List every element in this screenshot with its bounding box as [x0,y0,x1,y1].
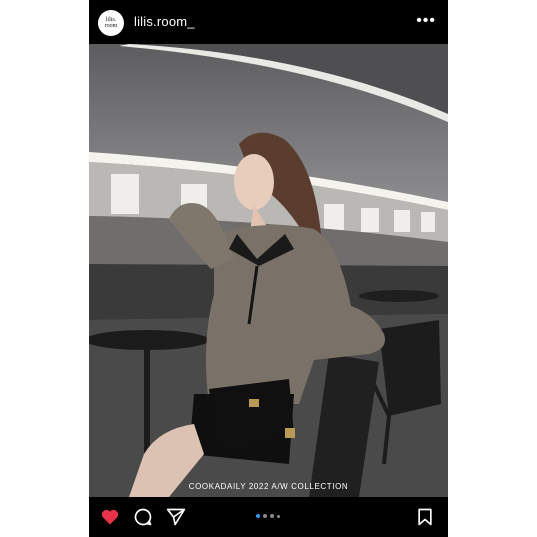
instagram-post: lilis. room lilis.room_ ••• COOKADAILY 2… [89,0,448,537]
bookmark-icon[interactable] [415,507,435,527]
table-leg [144,344,150,454]
post-header: lilis. room lilis.room_ ••• [89,0,448,44]
avatar[interactable]: lilis. room [98,10,124,36]
more-options-icon[interactable]: ••• [416,13,436,29]
photo-illustration [89,44,448,497]
heart-icon[interactable] [100,507,120,527]
carousel-dot [270,514,274,518]
post-actions-bar [89,497,448,537]
shelf-box [421,212,435,232]
comment-icon[interactable] [133,507,153,527]
carousel-dot [277,514,280,518]
bag-lock [285,428,295,438]
carousel-indicator [256,514,280,518]
post-caption-overlay: COOKADAILY 2022 A/W COLLECTION [188,482,349,491]
send-icon[interactable] [166,507,186,527]
chair [379,320,441,416]
table-top-far [359,290,439,302]
shelf-box [361,208,379,232]
username[interactable]: lilis.room_ [134,14,195,29]
post-image: COOKADAILY 2022 A/W COLLECTION [89,44,448,497]
avatar-text-line2: room [104,23,118,29]
ceiling [89,44,448,114]
bag-clasp [249,399,259,407]
shelf-box [324,204,344,230]
shelf-box [111,174,139,214]
carousel-dot-active [256,514,260,518]
shelf-box [394,210,410,232]
carousel-dot [263,514,267,518]
face [234,154,274,210]
